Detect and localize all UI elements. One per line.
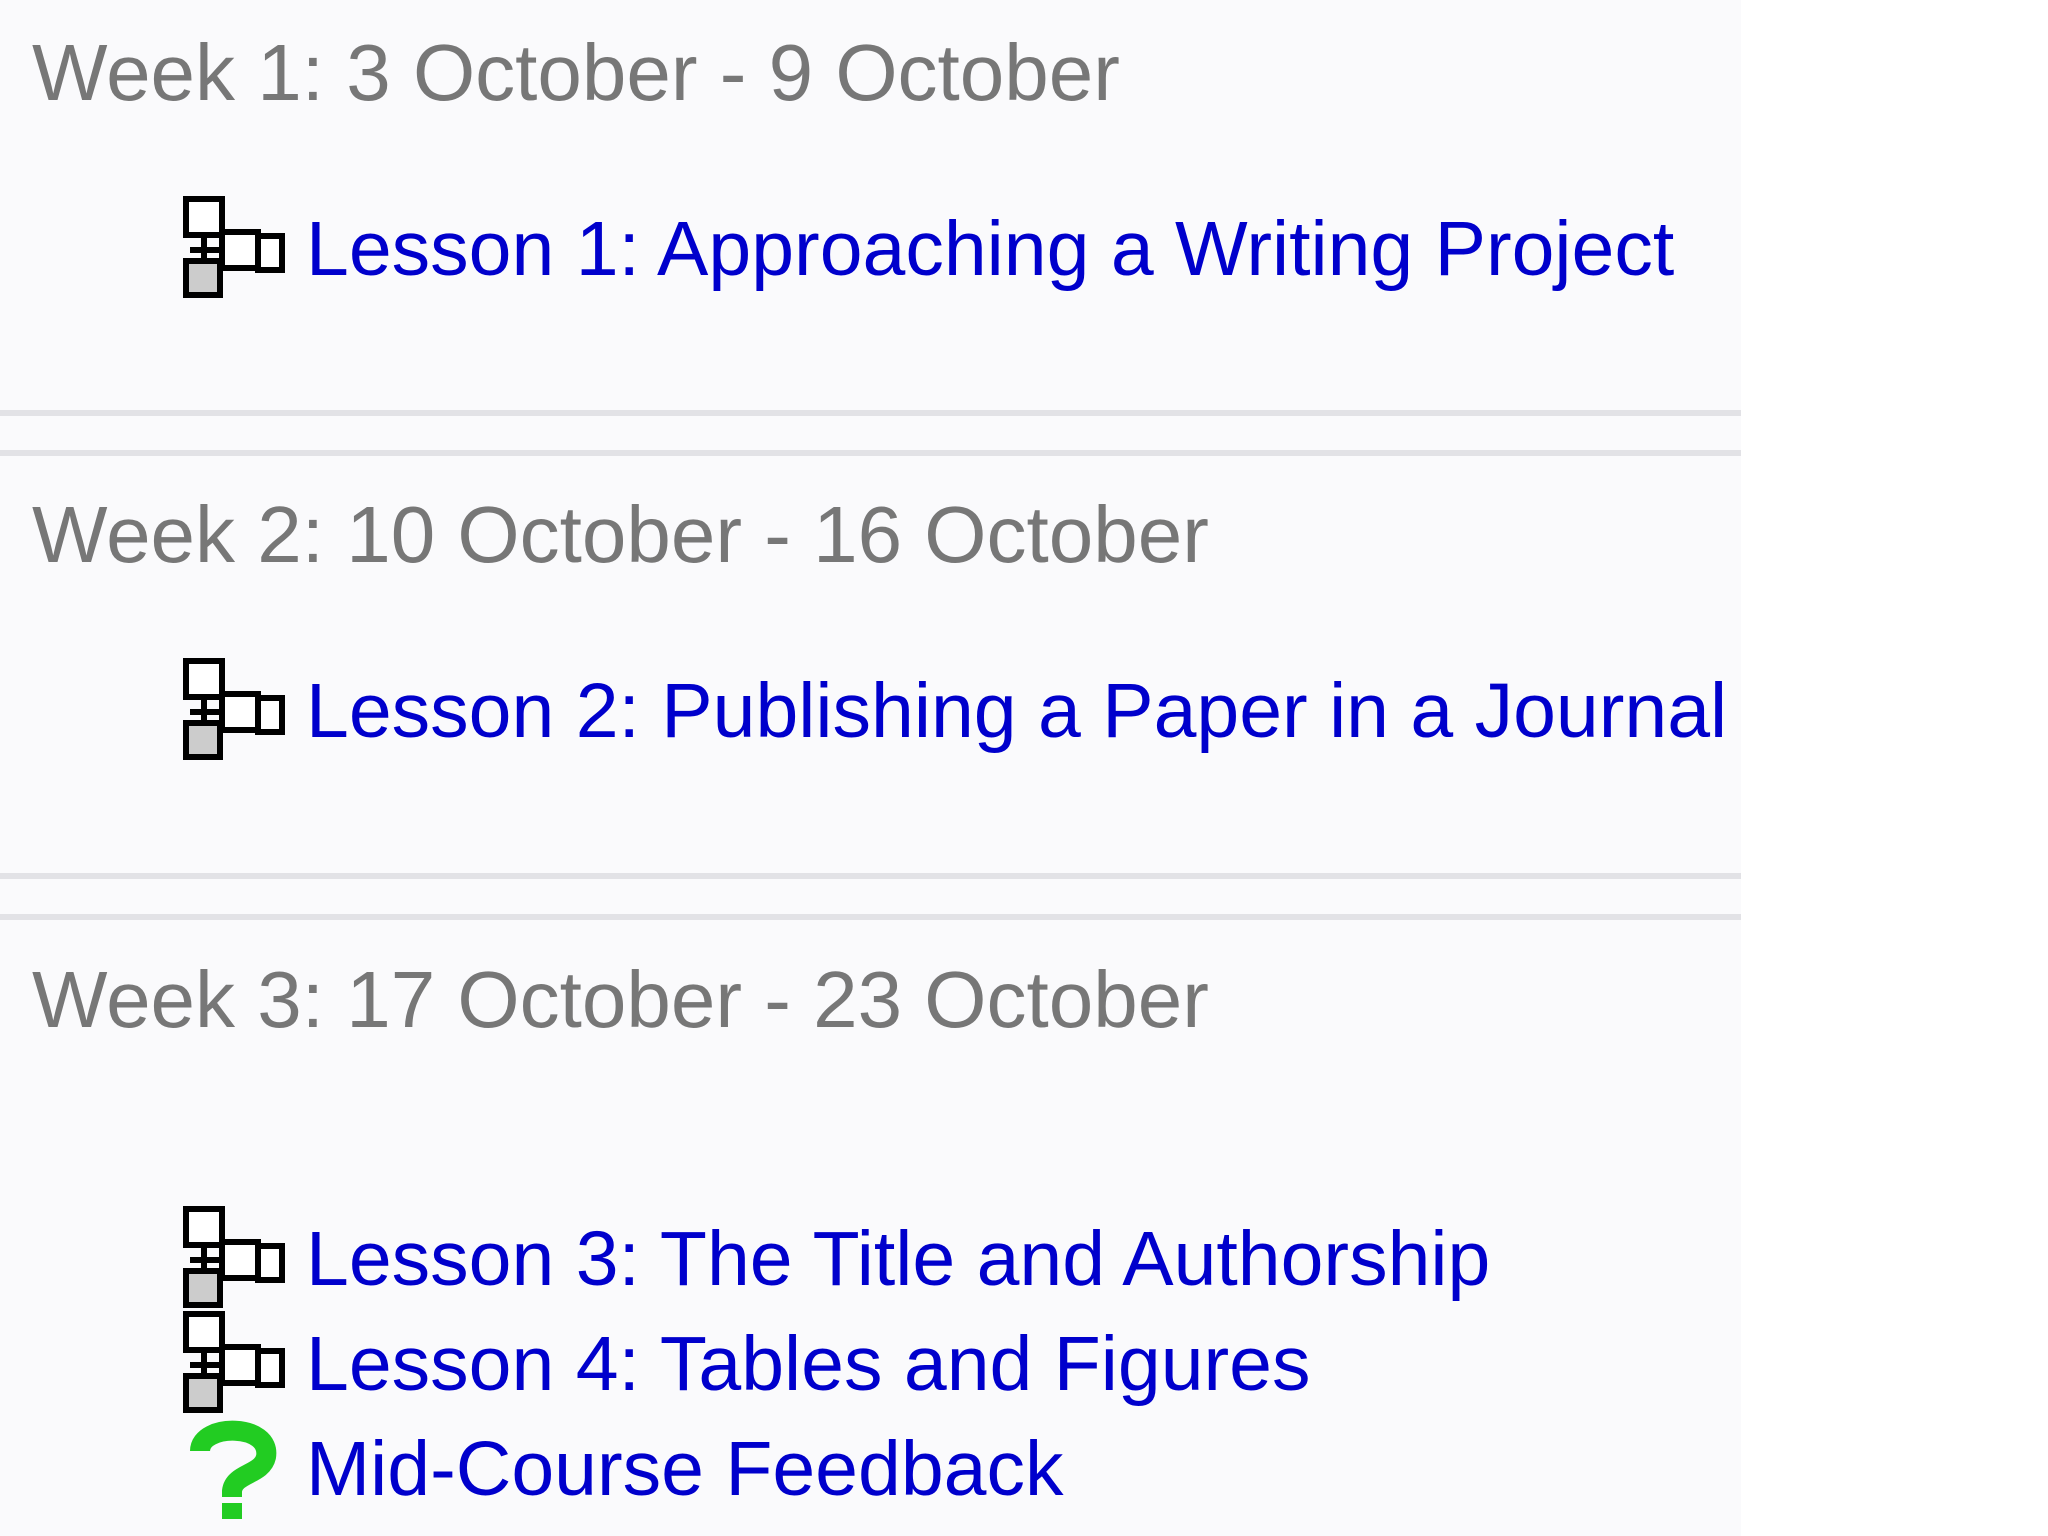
activity-label: Lesson 4: Tables and Figures	[306, 1321, 1311, 1407]
activity-label: Lesson 3: The Title and Authorship	[306, 1216, 1491, 1302]
activity-label: Lesson 1: Approaching a Writing Project	[306, 206, 1675, 292]
lesson-icon	[182, 1310, 286, 1414]
week-section-1: Week 1: 3 October - 9 October Lesson 1: …	[0, 0, 1741, 412]
activity-label: Mid-Course Feedback	[306, 1426, 1064, 1512]
section-divider	[0, 873, 1741, 879]
section-divider	[0, 450, 1741, 456]
week-title: Week 1: 3 October - 9 October	[32, 28, 1120, 117]
lesson-icon	[182, 195, 286, 299]
week-title: Week 2: 10 October - 16 October	[32, 490, 1209, 579]
lesson-icon	[182, 1205, 286, 1309]
lesson-icon	[182, 657, 286, 761]
course-content-panel: Week 1: 3 October - 9 October Lesson 1: …	[0, 0, 1741, 1536]
week-section-2: Week 2: 10 October - 16 October Lesson 2…	[0, 457, 1741, 875]
activity-label: Lesson 2: Publishing a Paper in a Journa…	[306, 668, 1728, 754]
course-page: Week 1: 3 October - 9 October Lesson 1: …	[0, 0, 2048, 1536]
week-section-3: Week 3: 17 October - 23 October Lesson 3…	[0, 920, 1741, 1536]
question-mark-icon	[182, 1415, 286, 1519]
week-title: Week 3: 17 October - 23 October	[32, 955, 1209, 1044]
section-divider	[0, 410, 1741, 416]
